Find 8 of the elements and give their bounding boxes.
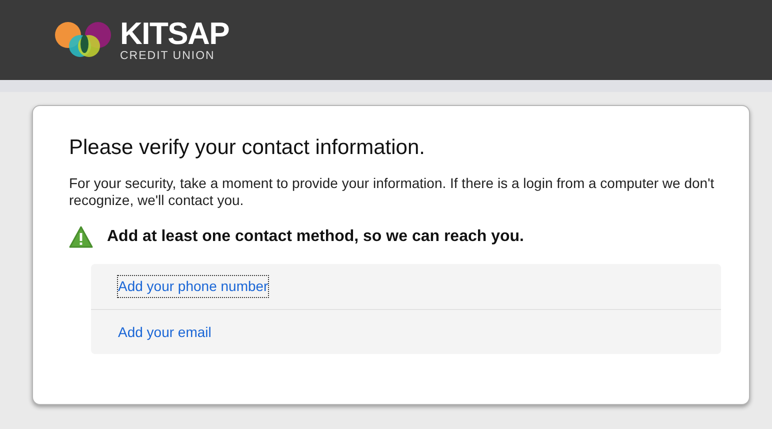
logo-wordmark: KITSAP <box>120 18 230 49</box>
warning-icon <box>69 226 93 248</box>
logo-tagline: CREDIT UNION <box>120 50 216 62</box>
add-contact-link[interactable]: Add your email <box>118 322 212 342</box>
alert-message: Add at least one contact method, so we can reach you. <box>107 227 524 247</box>
dialog-message: For your security, take a moment to provide your information. If there is a login from a computer we don't recognize, we'll contact you. <box>69 175 716 209</box>
add-contact-link[interactable]: Add your phone number <box>118 276 268 297</box>
dialog-title: Please verify your contact information. <box>69 135 426 161</box>
